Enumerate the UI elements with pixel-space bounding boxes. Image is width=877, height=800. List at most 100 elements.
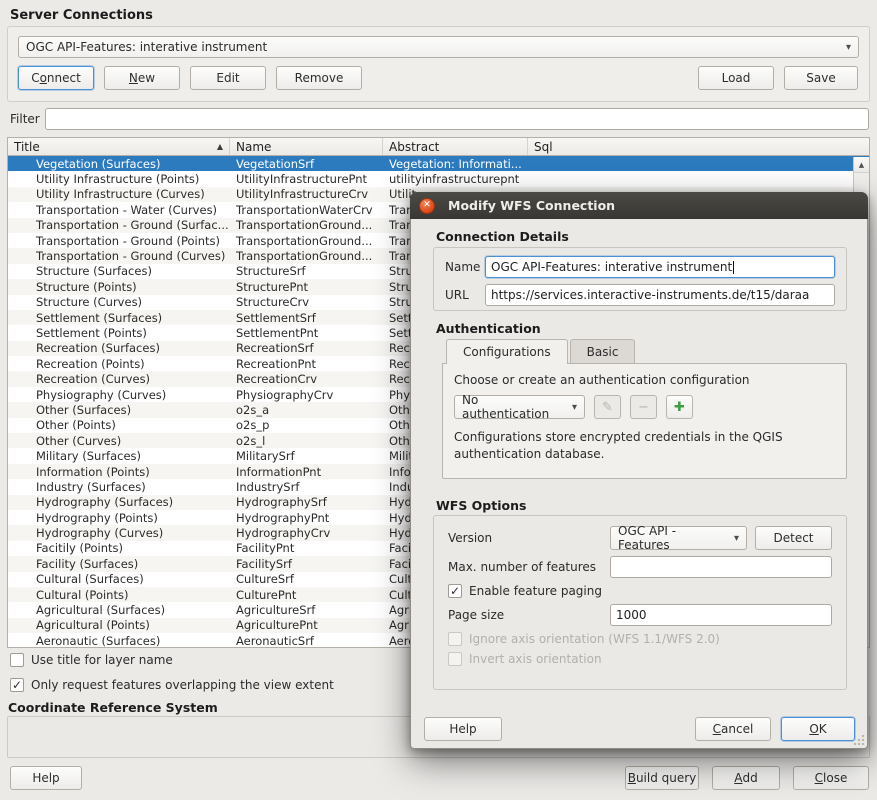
window-close-button[interactable]: ✕ <box>419 198 435 214</box>
cell-name: AgriculturePnt <box>230 618 383 632</box>
cell-name: VegetationSrf <box>230 157 383 171</box>
column-header-name[interactable]: Name <box>230 138 383 155</box>
column-label: Title <box>14 140 40 154</box>
minus-icon: − <box>638 400 649 415</box>
cell-title: Hydrography (Surfaces) <box>8 495 230 509</box>
use-title-checkbox[interactable]: ✓ Use title for layer name <box>10 653 173 667</box>
auth-note: Configurations store encrypted credentia… <box>454 429 826 464</box>
tab-basic[interactable]: Basic <box>570 339 636 363</box>
cell-title: Other (Surfaces) <box>8 403 230 417</box>
close-icon: ✕ <box>423 201 431 210</box>
cell-title: Cultural (Points) <box>8 588 230 602</box>
edit-button[interactable]: Edit <box>190 66 266 90</box>
auth-choose-label: Choose or create an authentication confi… <box>454 373 835 387</box>
checkbox-icon: ✓ <box>10 678 24 692</box>
chevron-down-icon: ▾ <box>572 402 577 413</box>
connection-details-heading: Connection Details <box>436 229 569 244</box>
cell-abstract: Vegetation: Informati... <box>383 157 528 171</box>
url-field[interactable]: https://services.interactive-instruments… <box>485 284 835 306</box>
save-button[interactable]: Save <box>784 66 858 90</box>
help-button[interactable]: Help <box>10 766 82 790</box>
cell-title: Industry (Surfaces) <box>8 480 230 494</box>
cell-name: MilitarySrf <box>230 449 383 463</box>
modify-wfs-connection-dialog: ✕ Modify WFS Connection Connection Detai… <box>410 192 868 749</box>
ok-button[interactable]: OK <box>781 717 855 741</box>
sort-asc-icon: ▲ <box>213 142 223 151</box>
page-size-input[interactable] <box>610 604 832 626</box>
auth-tab-panel: Choose or create an authentication confi… <box>442 363 847 479</box>
cell-name: PhysiographyCrv <box>230 388 383 402</box>
cell-name: HydrographySrf <box>230 495 383 509</box>
cell-name: UtilityInfrastructurePnt <box>230 172 383 186</box>
cell-name: FacilityPnt <box>230 541 383 555</box>
build-query-button[interactable]: Build query <box>625 766 699 790</box>
max-features-input[interactable] <box>610 556 832 578</box>
cell-name: FacilitySrf <box>230 557 383 571</box>
cell-name: TransportationGround... <box>230 249 383 263</box>
filter-input[interactable] <box>45 108 869 130</box>
cell-name: InformationPnt <box>230 465 383 479</box>
cell-name: RecreationPnt <box>230 357 383 371</box>
cell-name: StructureCrv <box>230 295 383 309</box>
column-header-title[interactable]: Title ▲ <box>8 138 230 155</box>
cell-title: Facility (Surfaces) <box>8 557 230 571</box>
remove-auth-config-button[interactable]: − <box>630 395 657 419</box>
cell-title: Transportation - Water (Curves) <box>8 203 230 217</box>
connect-button[interactable]: Connect <box>18 66 94 90</box>
load-button[interactable]: Load <box>698 66 774 90</box>
name-field[interactable]: OGC API-Features: interative instrument <box>485 256 835 278</box>
checkbox-icon: ✓ <box>10 653 24 667</box>
cell-name: TransportationGround... <box>230 234 383 248</box>
wfs-options-group: Version OGC API - Features ▾ Detect Max.… <box>433 515 847 690</box>
checkbox-icon <box>448 652 462 666</box>
dialog-help-button[interactable]: Help <box>424 717 502 741</box>
column-header-abstract[interactable]: Abstract <box>383 138 528 155</box>
max-features-label: Max. number of features <box>448 560 610 574</box>
crs-heading: Coordinate Reference System <box>8 700 218 715</box>
cell-title: Information (Points) <box>8 465 230 479</box>
connection-select[interactable]: OGC API-Features: interative instrument … <box>18 36 859 58</box>
plus-icon: ✚ <box>674 400 685 415</box>
table-row[interactable]: Utility Infrastructure (Points)UtilityIn… <box>8 171 869 186</box>
resize-grip[interactable] <box>853 734 865 746</box>
cell-name: RecreationCrv <box>230 372 383 386</box>
cancel-button[interactable]: Cancel <box>695 717 771 741</box>
column-header-sql[interactable]: Sql <box>528 138 869 155</box>
url-field-value: https://services.interactive-instruments… <box>491 288 809 302</box>
new-button[interactable]: New <box>104 66 180 90</box>
checkbox-label: Invert axis orientation <box>469 652 602 666</box>
enable-paging-checkbox[interactable]: ✓ Enable feature paging <box>448 584 602 598</box>
cell-title: Transportation - Ground (Points) <box>8 234 230 248</box>
scroll-up-icon[interactable]: ▲ <box>854 157 869 173</box>
name-label: Name <box>445 260 485 274</box>
dialog-titlebar[interactable]: ✕ Modify WFS Connection <box>410 192 868 219</box>
auth-config-select[interactable]: No authentication ▾ <box>454 395 585 419</box>
invert-axis-checkbox: Invert axis orientation <box>448 652 602 666</box>
add-button[interactable]: Add <box>712 766 780 790</box>
version-select[interactable]: OGC API - Features ▾ <box>610 526 747 550</box>
auth-config-select-value: No authentication <box>462 393 564 421</box>
edit-auth-config-button[interactable]: ✎ <box>594 395 621 419</box>
cell-name: CultureSrf <box>230 572 383 586</box>
cell-title: Structure (Points) <box>8 280 230 294</box>
add-auth-config-button[interactable]: ✚ <box>666 395 693 419</box>
page-title: Server Connections <box>10 8 153 23</box>
cell-title: Transportation - Ground (Surfac... <box>8 218 230 232</box>
cell-name: o2s_p <box>230 418 383 432</box>
cell-name: AgricultureSrf <box>230 603 383 617</box>
cell-title: Transportation - Ground (Curves) <box>8 249 230 263</box>
table-row[interactable]: Vegetation (Surfaces)VegetationSrfVegeta… <box>8 156 869 171</box>
cell-title: Agricultural (Surfaces) <box>8 603 230 617</box>
cell-name: CulturePnt <box>230 588 383 602</box>
cell-title: Structure (Surfaces) <box>8 264 230 278</box>
cell-title: Settlement (Surfaces) <box>8 311 230 325</box>
cell-name: RecreationSrf <box>230 341 383 355</box>
cell-title: Cultural (Surfaces) <box>8 572 230 586</box>
close-button[interactable]: Close <box>793 766 869 790</box>
remove-button[interactable]: Remove <box>276 66 362 90</box>
only-overlapping-checkbox[interactable]: ✓ Only request features overlapping the … <box>10 678 334 692</box>
cell-name: StructureSrf <box>230 264 383 278</box>
detect-button[interactable]: Detect <box>755 526 832 550</box>
tab-configurations[interactable]: Configurations <box>446 339 568 364</box>
pencil-icon: ✎ <box>602 400 613 415</box>
